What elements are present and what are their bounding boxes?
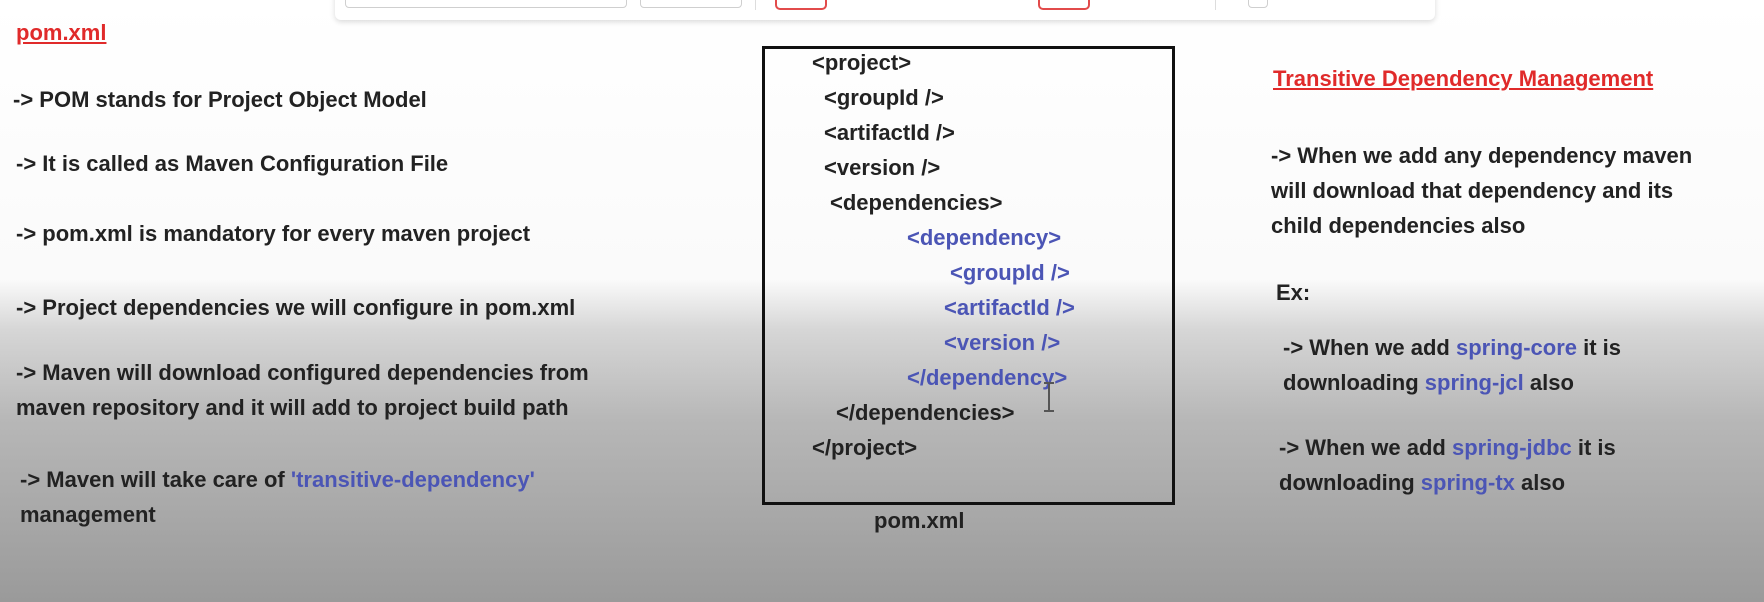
xml-dependencies-open: <dependencies>	[830, 190, 1003, 215]
example2-prefix: -> When we add	[1279, 435, 1452, 460]
ex-label: Ex:	[1276, 280, 1311, 305]
point-transitive-line2: management	[20, 502, 156, 527]
point-download-line2: maven repository and it will add to proj…	[16, 395, 569, 420]
point-dependencies: -> Project dependencies we will configur…	[16, 295, 576, 320]
point-transitive-line1: -> Maven will take care of 'transitive-d…	[20, 462, 535, 497]
xml-dependencies-close: </dependencies>	[836, 400, 1015, 425]
example2-line2-prefix: downloading	[1279, 470, 1421, 495]
xml-version: <version />	[824, 155, 941, 180]
pom-heading: pom.xml	[16, 20, 107, 45]
xml-dependency-close: </dependency>	[907, 365, 1068, 390]
example2-line1: -> When we add spring-jdbc it is	[1279, 430, 1616, 465]
floating-toolbar	[335, 0, 1435, 20]
example2-line2: downloading spring-tx also	[1279, 465, 1565, 500]
toolbar-dropdown[interactable]	[640, 0, 742, 8]
point-download-line1: -> Maven will download configured depend…	[16, 360, 589, 385]
example2-suffix: also	[1514, 470, 1566, 495]
xml-dep-artifactid: <artifactId />	[944, 295, 1075, 320]
xml-artifactid: <artifactId />	[824, 120, 955, 145]
xml-caption: pom.xml	[874, 508, 965, 533]
example2-child: spring-tx	[1420, 470, 1515, 495]
example2-mid: it is	[1571, 435, 1616, 460]
xml-dep-version: <version />	[944, 330, 1061, 355]
transitive-prefix: -> Maven will take care of	[20, 467, 291, 492]
text-cursor-icon	[1044, 382, 1054, 412]
example1-dep: spring-core	[1455, 335, 1577, 360]
toolbar-separator-2	[1215, 0, 1216, 10]
example2-dep: spring-jdbc	[1451, 435, 1572, 460]
xml-project-close: </project>	[812, 435, 918, 460]
example1-line2: downloading spring-jcl also	[1283, 365, 1574, 400]
point-pom-meaning: -> POM stands for Project Object Model	[13, 87, 427, 112]
xml-project-open: <project>	[812, 50, 912, 75]
point-config-file: -> It is called as Maven Configuration F…	[16, 151, 449, 176]
toolbar-separator	[755, 0, 756, 10]
example1-prefix: -> When we add	[1283, 335, 1456, 360]
transitive-highlight: 'transitive-dependency'	[290, 467, 535, 492]
intro-line1: -> When we add any dependency maven	[1271, 143, 1693, 168]
toolbar-red-button[interactable]	[775, 0, 827, 10]
xml-groupid: <groupId />	[824, 85, 944, 110]
xml-dep-groupid: <groupId />	[950, 260, 1070, 285]
transitive-heading: Transitive Dependency Management	[1273, 66, 1654, 91]
example1-line1: -> When we add spring-core it is	[1283, 330, 1621, 365]
example1-child: spring-jcl	[1424, 370, 1524, 395]
toolbar-red-button-2[interactable]	[1038, 0, 1090, 10]
example1-line2-prefix: downloading	[1283, 370, 1425, 395]
toolbar-icon[interactable]	[1248, 0, 1268, 8]
intro-line2: will download that dependency and its	[1271, 178, 1674, 203]
example1-suffix: also	[1523, 370, 1574, 395]
intro-line3: child dependencies also	[1271, 213, 1526, 238]
point-mandatory: -> pom.xml is mandatory for every maven …	[16, 221, 531, 246]
toolbar-field[interactable]	[345, 0, 627, 8]
example1-mid: it is	[1577, 335, 1622, 360]
xml-dependency-open: <dependency>	[907, 225, 1062, 250]
